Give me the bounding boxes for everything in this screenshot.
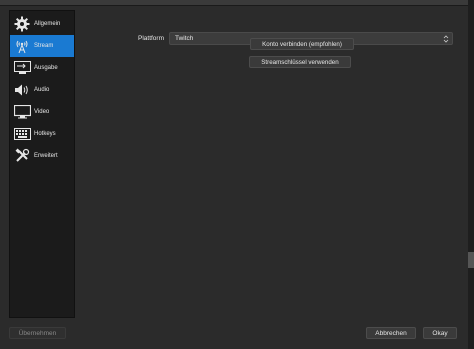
sidebar-item-hotkeys[interactable]: Hotkeys: [10, 123, 74, 145]
right-edge-panel: [468, 0, 474, 349]
window-top-edge: [0, 0, 474, 6]
sidebar-item-label: Video: [34, 109, 50, 115]
tools-icon: [12, 147, 32, 165]
connect-account-button[interactable]: Konto verbinden (empfohlen): [250, 38, 354, 50]
stream-settings-panel: Plattform Twitch Konto verbinden (empfoh…: [76, 10, 466, 318]
platform-label: Plattform: [138, 35, 165, 42]
settings-sidebar: Allgemein Stream Ausgabe Audio Video Hot…: [9, 10, 75, 318]
cancel-button[interactable]: Abbrechen: [366, 327, 416, 339]
keyboard-icon: [12, 125, 32, 143]
speaker-icon: [12, 81, 32, 99]
antenna-icon: [12, 37, 32, 55]
chevron-updown-icon: [443, 35, 449, 43]
sidebar-item-label: Audio: [34, 87, 50, 93]
use-stream-key-button[interactable]: Streamschlüssel verwenden: [249, 56, 351, 68]
sidebar-item-stream[interactable]: Stream: [10, 35, 74, 57]
apply-button[interactable]: Übernehmen: [9, 327, 66, 339]
gear-icon: [12, 15, 32, 33]
ok-button[interactable]: Okay: [423, 327, 457, 339]
sidebar-item-label: Ausgabe: [34, 65, 58, 71]
scrollbar-thumb[interactable]: [468, 252, 474, 268]
sidebar-item-video[interactable]: Video: [10, 101, 74, 123]
sidebar-item-allgemein[interactable]: Allgemein: [10, 13, 74, 35]
sidebar-item-label: Hotkeys: [34, 131, 56, 137]
sidebar-item-audio[interactable]: Audio: [10, 79, 74, 101]
platform-value: Twitch: [175, 35, 194, 42]
sidebar-item-label: Erweitert: [34, 153, 58, 159]
sidebar-item-label: Allgemein: [34, 21, 61, 27]
output-icon: [12, 59, 32, 77]
sidebar-item-label: Stream: [34, 43, 54, 49]
sidebar-item-erweitert[interactable]: Erweitert: [10, 145, 74, 167]
monitor-icon: [12, 103, 32, 121]
sidebar-item-ausgabe[interactable]: Ausgabe: [10, 57, 74, 79]
